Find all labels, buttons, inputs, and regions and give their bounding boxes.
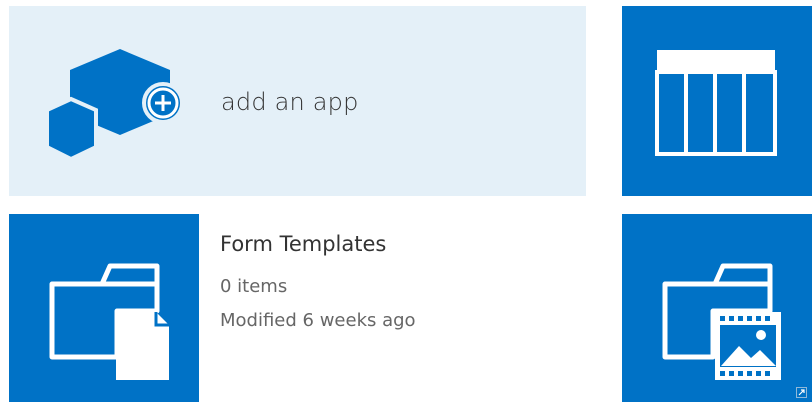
add-app-hexagon-icon: [47, 49, 184, 161]
list-table-icon: [655, 50, 777, 156]
folder-document-icon: [49, 263, 169, 380]
modified-text: Modified 6 weeks ago: [220, 310, 416, 331]
resize-icon[interactable]: [796, 387, 807, 398]
folder-media-icon: [662, 263, 781, 380]
add-an-app-tile[interactable]: add an app: [9, 6, 586, 196]
form-templates-title[interactable]: Form Templates: [220, 232, 386, 256]
form-templates-tile[interactable]: [9, 214, 199, 402]
add-an-app-label[interactable]: add an app: [221, 88, 359, 116]
item-count-text: 0 items: [220, 276, 288, 297]
asset-library-tile[interactable]: [622, 214, 812, 402]
list-app-tile[interactable]: [622, 6, 812, 196]
site-contents-tiles: add an app Form Templates 0 items Modifi…: [0, 0, 812, 402]
